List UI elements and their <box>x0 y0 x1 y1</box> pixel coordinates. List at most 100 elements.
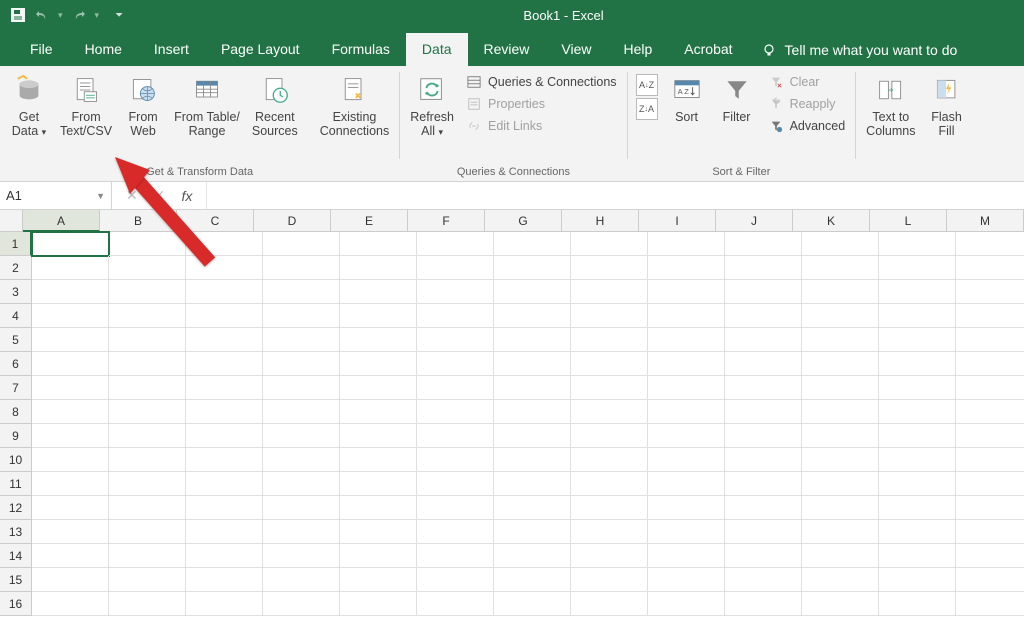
cell-E5[interactable] <box>340 328 417 352</box>
cell-C12[interactable] <box>186 496 263 520</box>
cell-H2[interactable] <box>571 256 648 280</box>
cell-M13[interactable] <box>956 520 1024 544</box>
cell-A4[interactable] <box>32 304 109 328</box>
column-header-I[interactable]: I <box>639 210 716 232</box>
cell-J7[interactable] <box>725 376 802 400</box>
cell-F16[interactable] <box>417 592 494 616</box>
column-header-M[interactable]: M <box>947 210 1024 232</box>
cell-K13[interactable] <box>802 520 879 544</box>
cell-C6[interactable] <box>186 352 263 376</box>
cell-D7[interactable] <box>263 376 340 400</box>
cell-B13[interactable] <box>109 520 186 544</box>
cell-J14[interactable] <box>725 544 802 568</box>
recent-sources-button[interactable]: Recent Sources <box>248 70 302 139</box>
cell-I4[interactable] <box>648 304 725 328</box>
cell-E1[interactable] <box>340 232 417 256</box>
tell-me-search[interactable]: Tell me what you want to do <box>749 34 970 66</box>
cell-G12[interactable] <box>494 496 571 520</box>
cell-L2[interactable] <box>879 256 956 280</box>
cell-I13[interactable] <box>648 520 725 544</box>
cell-K8[interactable] <box>802 400 879 424</box>
cell-K11[interactable] <box>802 472 879 496</box>
cell-B10[interactable] <box>109 448 186 472</box>
tab-home[interactable]: Home <box>69 33 138 66</box>
cell-C4[interactable] <box>186 304 263 328</box>
cell-B16[interactable] <box>109 592 186 616</box>
cell-G11[interactable] <box>494 472 571 496</box>
cell-A5[interactable] <box>32 328 109 352</box>
cell-E11[interactable] <box>340 472 417 496</box>
cell-G6[interactable] <box>494 352 571 376</box>
cell-M16[interactable] <box>956 592 1024 616</box>
column-header-D[interactable]: D <box>254 210 331 232</box>
row-header-2[interactable]: 2 <box>0 256 32 280</box>
cell-E2[interactable] <box>340 256 417 280</box>
cell-D9[interactable] <box>263 424 340 448</box>
cell-D1[interactable] <box>263 232 340 256</box>
row-header-12[interactable]: 12 <box>0 496 32 520</box>
cell-E12[interactable] <box>340 496 417 520</box>
cell-B11[interactable] <box>109 472 186 496</box>
cell-F8[interactable] <box>417 400 494 424</box>
row-header-13[interactable]: 13 <box>0 520 32 544</box>
cell-F3[interactable] <box>417 280 494 304</box>
cell-B7[interactable] <box>109 376 186 400</box>
cell-F4[interactable] <box>417 304 494 328</box>
cell-L1[interactable] <box>879 232 956 256</box>
row-header-9[interactable]: 9 <box>0 424 32 448</box>
undo-dropdown-icon[interactable]: ▾ <box>58 10 63 21</box>
cell-K14[interactable] <box>802 544 879 568</box>
cell-K1[interactable] <box>802 232 879 256</box>
cell-D15[interactable] <box>263 568 340 592</box>
cell-I1[interactable] <box>648 232 725 256</box>
cell-F15[interactable] <box>417 568 494 592</box>
cell-A8[interactable] <box>32 400 109 424</box>
text-to-columns-button[interactable]: Text to Columns <box>862 70 919 139</box>
cell-A2[interactable] <box>32 256 109 280</box>
column-header-E[interactable]: E <box>331 210 408 232</box>
cell-D10[interactable] <box>263 448 340 472</box>
cell-H6[interactable] <box>571 352 648 376</box>
cell-M11[interactable] <box>956 472 1024 496</box>
cell-K6[interactable] <box>802 352 879 376</box>
column-header-C[interactable]: C <box>177 210 254 232</box>
cell-G1[interactable] <box>494 232 571 256</box>
sort-button[interactable]: A Z Sort <box>664 70 710 124</box>
cell-G4[interactable] <box>494 304 571 328</box>
cell-C5[interactable] <box>186 328 263 352</box>
from-text-csv-button[interactable]: From Text/CSV <box>56 70 116 139</box>
cell-G10[interactable] <box>494 448 571 472</box>
cell-F14[interactable] <box>417 544 494 568</box>
cell-G2[interactable] <box>494 256 571 280</box>
cell-B4[interactable] <box>109 304 186 328</box>
advanced-button[interactable]: Advanced <box>764 116 850 136</box>
cell-L9[interactable] <box>879 424 956 448</box>
cell-M2[interactable] <box>956 256 1024 280</box>
column-header-K[interactable]: K <box>793 210 870 232</box>
cell-G8[interactable] <box>494 400 571 424</box>
column-header-J[interactable]: J <box>716 210 793 232</box>
cell-A12[interactable] <box>32 496 109 520</box>
row-header-4[interactable]: 4 <box>0 304 32 328</box>
tab-review[interactable]: Review <box>468 33 546 66</box>
cell-I14[interactable] <box>648 544 725 568</box>
cell-H8[interactable] <box>571 400 648 424</box>
cell-J15[interactable] <box>725 568 802 592</box>
row-header-15[interactable]: 15 <box>0 568 32 592</box>
cell-H9[interactable] <box>571 424 648 448</box>
cell-E7[interactable] <box>340 376 417 400</box>
cell-E8[interactable] <box>340 400 417 424</box>
cell-G14[interactable] <box>494 544 571 568</box>
chevron-down-icon[interactable]: ▼ <box>96 191 105 201</box>
cell-I5[interactable] <box>648 328 725 352</box>
cell-J13[interactable] <box>725 520 802 544</box>
row-header-14[interactable]: 14 <box>0 544 32 568</box>
cell-C1[interactable] <box>186 232 263 256</box>
cell-I8[interactable] <box>648 400 725 424</box>
cell-M6[interactable] <box>956 352 1024 376</box>
cell-L5[interactable] <box>879 328 956 352</box>
cell-B14[interactable] <box>109 544 186 568</box>
tab-formulas[interactable]: Formulas <box>316 33 406 66</box>
cell-C9[interactable] <box>186 424 263 448</box>
tab-insert[interactable]: Insert <box>138 33 205 66</box>
